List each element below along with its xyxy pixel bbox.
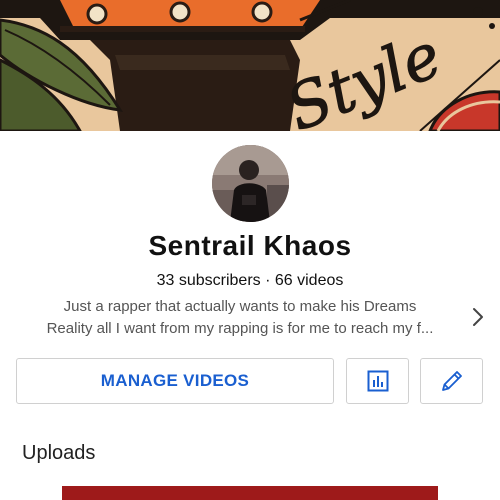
description-line-1: Just a rapper that actually wants to mak… <box>63 298 417 315</box>
channel-name: Sentrail Khaos <box>148 230 352 261</box>
analytics-button[interactable] <box>346 358 409 404</box>
video-thumbnail[interactable] <box>62 486 438 500</box>
channel-banner: Style <box>0 0 500 131</box>
channel-avatar[interactable] <box>212 145 289 222</box>
channel-description[interactable]: Just a rapper that actually wants to mak… <box>20 296 460 340</box>
manage-videos-button[interactable]: MANAGE VIDEOS <box>16 358 334 404</box>
description-line-2: Reality all I want from my rapping is fo… <box>46 320 434 337</box>
channel-stats: 33 subscribers · 66 videos <box>156 272 344 289</box>
edit-channel-button[interactable] <box>420 358 483 404</box>
pencil-icon <box>441 371 462 391</box>
bar-chart-icon <box>367 370 388 392</box>
chevron-right-icon[interactable] <box>470 306 486 328</box>
uploads-section-title: Uploads <box>22 442 96 464</box>
